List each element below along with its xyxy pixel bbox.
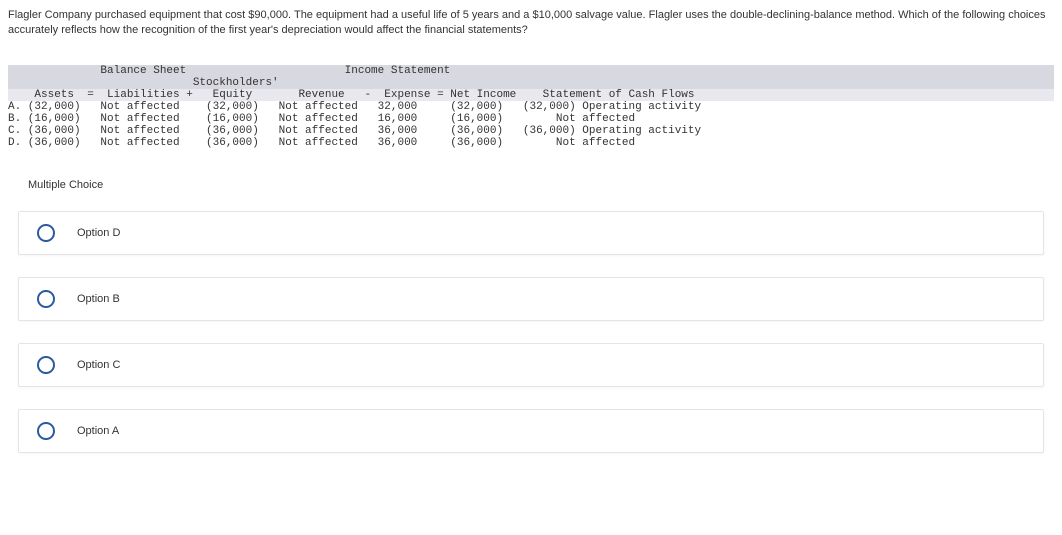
table-subheader: Assets = Liabilities + Equity Revenue - …: [8, 89, 1054, 101]
table-header-1: Balance Sheet Income Statement: [8, 65, 1054, 77]
table-row: D. (36,000) Not affected (36,000) Not af…: [8, 137, 635, 149]
option-label: Option C: [77, 359, 120, 371]
table-header-2: Stockholders': [8, 77, 1054, 89]
table-row: A. (32,000) Not affected (32,000) Not af…: [8, 101, 701, 113]
radio-icon: [37, 422, 55, 440]
multiple-choice-label: Multiple Choice: [28, 179, 1054, 191]
question-text: Flagler Company purchased equipment that…: [8, 8, 1054, 39]
option-c[interactable]: Option C: [18, 343, 1044, 387]
option-a[interactable]: Option A: [18, 409, 1044, 453]
radio-icon: [37, 290, 55, 308]
option-label: Option A: [77, 425, 119, 437]
data-table: Balance Sheet Income Statement Stockhold…: [8, 53, 1054, 149]
options-container: Option D Option B Option C Option A: [8, 211, 1054, 453]
radio-icon: [37, 356, 55, 374]
table-row: B. (16,000) Not affected (16,000) Not af…: [8, 113, 635, 125]
option-d[interactable]: Option D: [18, 211, 1044, 255]
option-b[interactable]: Option B: [18, 277, 1044, 321]
table-row: C. (36,000) Not affected (36,000) Not af…: [8, 125, 701, 137]
option-label: Option B: [77, 293, 120, 305]
option-label: Option D: [77, 227, 120, 239]
radio-icon: [37, 224, 55, 242]
